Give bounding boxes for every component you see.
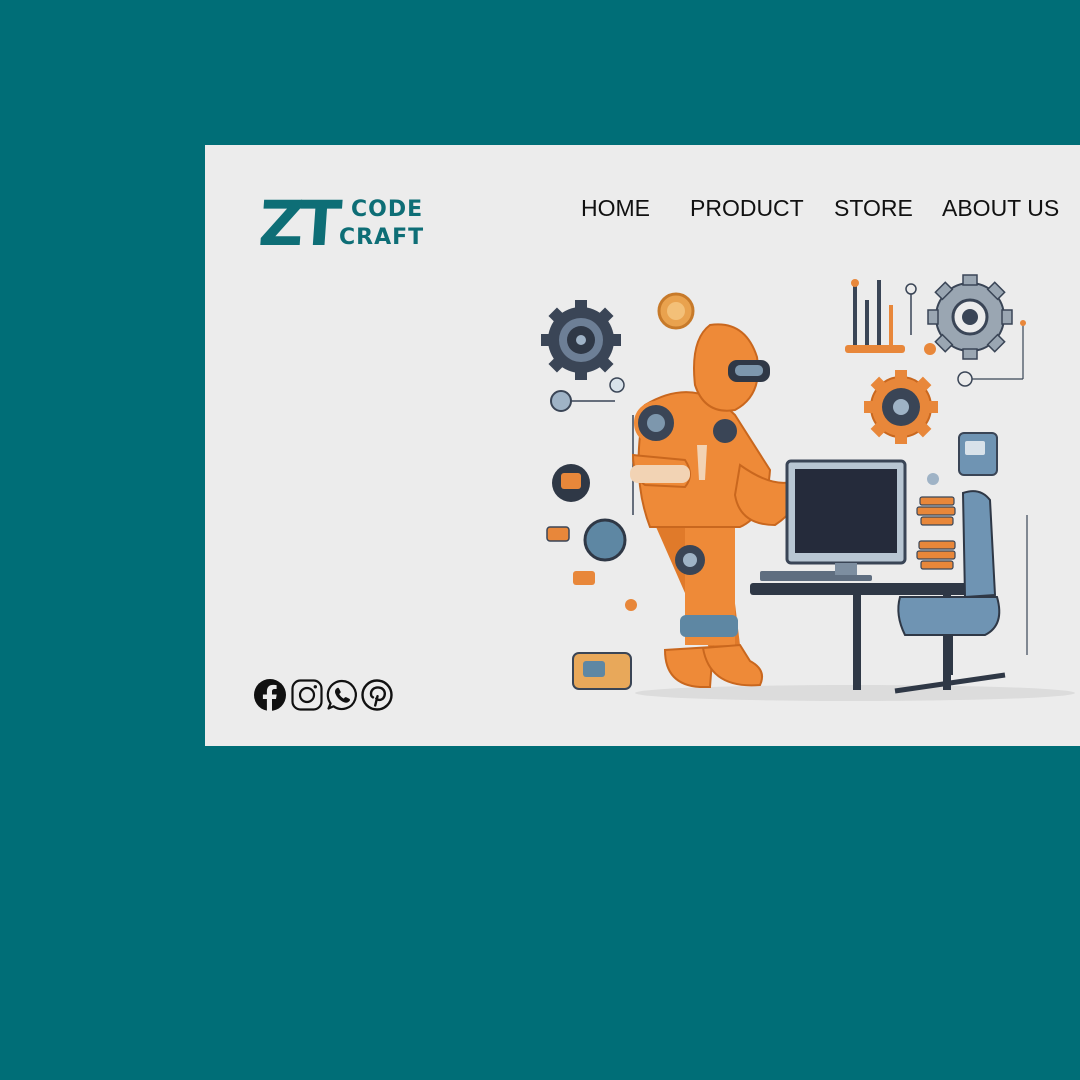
nav-item-home[interactable]: HOME <box>581 193 650 223</box>
gear-icon <box>864 370 938 444</box>
pinterest-icon[interactable] <box>360 678 394 712</box>
nav-item-product[interactable]: PRODUCT <box>690 193 804 223</box>
logo-line-craft: CRAFT <box>339 225 425 250</box>
instagram-icon[interactable] <box>290 678 324 712</box>
main-nav: HOME PRODUCT STORE ABOUT US <box>205 193 1080 223</box>
tools-rack <box>845 279 917 353</box>
gear-icon <box>541 300 621 380</box>
nav-item-about-us[interactable]: ABOUT US <box>942 193 1059 223</box>
whatsapp-icon[interactable] <box>325 678 359 712</box>
monitor <box>785 459 907 581</box>
nav-item-store[interactable]: STORE <box>834 193 913 223</box>
gear-icon <box>927 274 1013 360</box>
facebook-icon[interactable] <box>253 678 287 712</box>
hero-panel: ZT CODE CRAFT HOME PRODUCT STORE ABOUT U… <box>205 145 1080 746</box>
robot-at-computer-illustration <box>535 265 1080 705</box>
